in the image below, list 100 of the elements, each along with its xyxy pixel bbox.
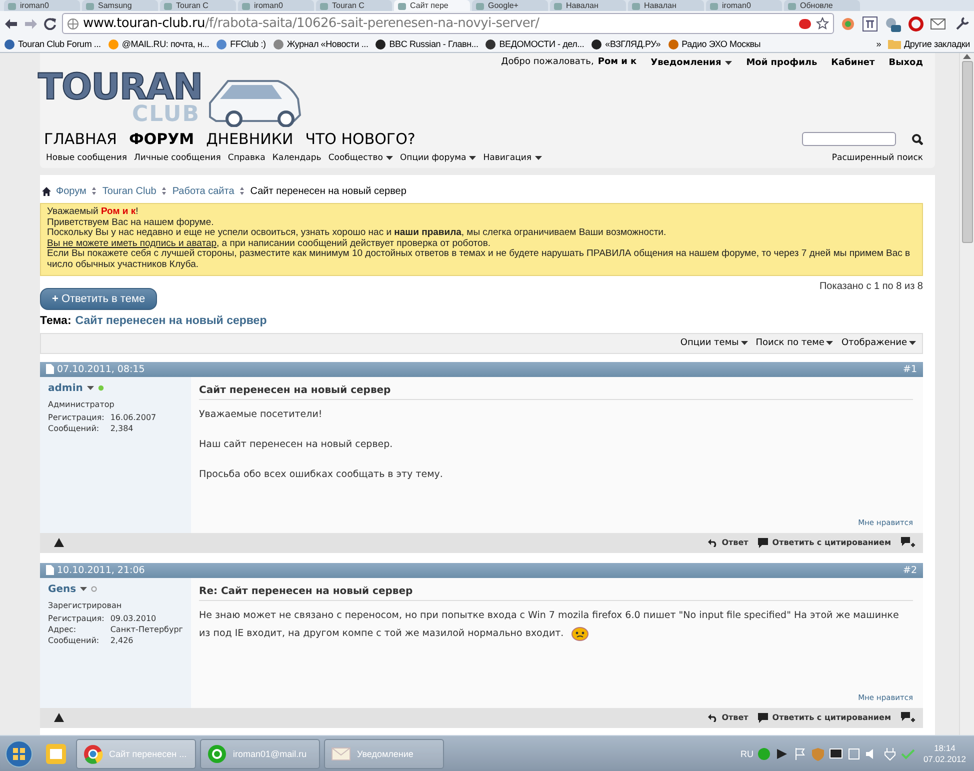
reply-link[interactable]: Ответ xyxy=(708,713,748,722)
arrow-icon[interactable] xyxy=(775,746,790,760)
breadcrumb-link[interactable]: Форум xyxy=(56,186,86,196)
back-icon[interactable] xyxy=(4,18,18,30)
nav-tab[interactable]: ГЛАВНАЯ xyxy=(44,130,117,148)
site-icon xyxy=(272,38,284,50)
bookmark-folder[interactable]: Другие закладки xyxy=(888,39,970,49)
breadcrumb-link[interactable]: Touran Club xyxy=(102,186,156,196)
monitor-icon[interactable] xyxy=(829,746,844,760)
search-icon[interactable] xyxy=(912,134,923,144)
user-name-link[interactable]: Ром и к xyxy=(598,57,637,69)
subnav-link[interactable]: Новые сообщения xyxy=(46,153,127,163)
nav-tab[interactable]: ЧТО НОВОГО? xyxy=(305,130,416,148)
caret-icon[interactable] xyxy=(86,386,94,390)
badge-icon[interactable] xyxy=(884,16,902,32)
user-menu-link[interactable]: Выход xyxy=(888,57,923,69)
nav-tab[interactable]: ФОРУМ xyxy=(128,130,194,148)
browser-tab[interactable]: Навалан xyxy=(628,0,704,11)
notice-text: Приветствуем Вас на нашем форуме. xyxy=(47,218,215,228)
post-text: Не знаю может не связано с переносом, но при попытке входа с Win 7 mozila firefox 6.0 пишет "No input file specified" На этой же машинке из под IE входит, на другом компе с той же мазилой нормально входит. xyxy=(199,608,900,643)
reload-icon[interactable] xyxy=(44,18,56,30)
reply-arrow-icon xyxy=(708,713,718,722)
subnav-link[interactable]: Календарь xyxy=(272,153,322,163)
bookmark[interactable]: FFClub :) xyxy=(216,38,266,50)
nav-tab[interactable]: ДНЕВНИКИ xyxy=(206,130,294,148)
reply-link[interactable]: Ответ xyxy=(708,538,748,548)
search-field[interactable] xyxy=(802,132,896,146)
subnav-link[interactable]: Навигация xyxy=(483,153,542,163)
subnav-link[interactable]: Сообщество xyxy=(328,153,393,163)
bookmark[interactable]: Журнал «Новости ... xyxy=(272,38,368,50)
site-icon xyxy=(108,38,119,50)
browser-tab[interactable]: Навалан xyxy=(550,0,626,11)
multi-quote-icon[interactable] xyxy=(901,712,915,724)
toolbar-menu[interactable]: Опции темы xyxy=(680,338,748,348)
warning-icon[interactable] xyxy=(54,713,64,722)
bookmark[interactable]: Touran Club Forum ... xyxy=(4,38,101,50)
browser-tab[interactable]: iroman0 xyxy=(706,0,782,11)
browser-tab[interactable]: Touran C xyxy=(316,0,392,11)
browser-tab[interactable]: iroman0 xyxy=(4,0,80,11)
user-menu-link[interactable]: Кабинет xyxy=(831,57,875,69)
folder-icon xyxy=(888,39,902,49)
bookmark[interactable]: Радио ЭХО Москвы xyxy=(668,38,761,50)
bookmark[interactable]: «ВЗГЛЯД.РУ» xyxy=(591,38,661,50)
site-icon xyxy=(4,38,15,50)
toolbar-menu[interactable]: Поиск по теме xyxy=(756,338,834,348)
multi-quote-icon[interactable] xyxy=(901,537,915,548)
scroll-thumb[interactable] xyxy=(962,61,972,243)
site-logo[interactable]: TOURAN CLUB xyxy=(38,69,306,127)
start-orb-icon[interactable] xyxy=(4,738,34,768)
caret-icon xyxy=(826,341,834,346)
separator-icon xyxy=(239,187,246,195)
bookmark[interactable]: ВЕДОМОСТИ - дел... xyxy=(485,38,584,50)
address-bar[interactable]: www.touran-club.ru/f/rabota-saita/10626-sait-perenesen-na-novyi-server/ xyxy=(62,13,834,34)
post-text: Уважаемые посетители! xyxy=(199,408,324,422)
author-link[interactable]: Gens xyxy=(48,584,76,595)
wrench-icon[interactable] xyxy=(954,16,970,32)
caret-icon[interactable] xyxy=(80,587,88,592)
browser-tab[interactable]: Обновле xyxy=(784,0,860,11)
url-text: www.touran-club.ru/f/rabota-saita/10626-sait-perenesen-na-novyi-server/ xyxy=(83,16,540,31)
more-bookmarks-button[interactable]: » xyxy=(876,39,882,49)
detail-label: Адрес: xyxy=(48,624,78,634)
post-date: 10.10.2011, 21:06 xyxy=(57,564,145,576)
post-date: 07.10.2011, 08:15 xyxy=(57,364,145,375)
detail-label: Сообщений: xyxy=(48,636,100,645)
plug-icon[interactable] xyxy=(883,746,898,760)
bookmark[interactable]: BBC Russian - Главн... xyxy=(375,38,478,50)
warning-icon[interactable] xyxy=(54,538,64,548)
site-icon xyxy=(591,38,602,50)
site-icon xyxy=(668,38,679,50)
browser-tab[interactable]: Сайт пере xyxy=(394,0,470,11)
browser-tab[interactable]: Touran C xyxy=(160,0,236,11)
user-role: Зарегистрирован xyxy=(48,600,123,610)
advanced-search-link[interactable]: Расширенный поиск xyxy=(832,153,923,163)
detail-value: 09.03.2010 xyxy=(110,614,158,623)
subnav-link[interactable]: Личные сообщения xyxy=(134,153,221,163)
separator-icon xyxy=(161,187,168,195)
scrollbar[interactable] xyxy=(959,53,974,735)
quote-reply-link[interactable]: Ответить с цитированием xyxy=(758,538,891,548)
user-menu-link[interactable]: Мой профиль xyxy=(746,57,818,69)
browser-tab[interactable]: Samsung xyxy=(82,0,158,11)
site-icon xyxy=(375,38,386,50)
check-icon[interactable] xyxy=(901,746,916,760)
subnav-link[interactable]: Справка xyxy=(228,153,266,163)
bookmark[interactable]: @MAIL.RU: почта, н... xyxy=(108,38,210,50)
user-menu-link[interactable]: Уведомления xyxy=(650,57,732,69)
restriction-link[interactable]: Вы не можете иметь подпись и аватар xyxy=(47,238,217,249)
pi-box-icon[interactable] xyxy=(862,16,878,32)
browser-tab[interactable]: Google+ xyxy=(472,0,548,11)
star-icon[interactable] xyxy=(816,17,829,30)
home-icon[interactable] xyxy=(42,186,51,196)
subnav-link[interactable]: Опции форума xyxy=(400,153,476,163)
author-link[interactable]: admin xyxy=(48,382,83,394)
toolbar-menu[interactable]: Отображение xyxy=(841,338,916,348)
quote-reply-link[interactable]: Ответить с цитированием xyxy=(758,712,891,723)
breadcrumb-link[interactable]: Работа сайта xyxy=(172,186,234,196)
caret-icon xyxy=(740,341,748,346)
speech-bubble-icon xyxy=(758,712,768,723)
reply-button[interactable]: + Ответить в теме xyxy=(40,288,158,310)
browser-tab[interactable]: iroman0 xyxy=(238,0,314,11)
envelope-icon[interactable] xyxy=(930,16,948,32)
